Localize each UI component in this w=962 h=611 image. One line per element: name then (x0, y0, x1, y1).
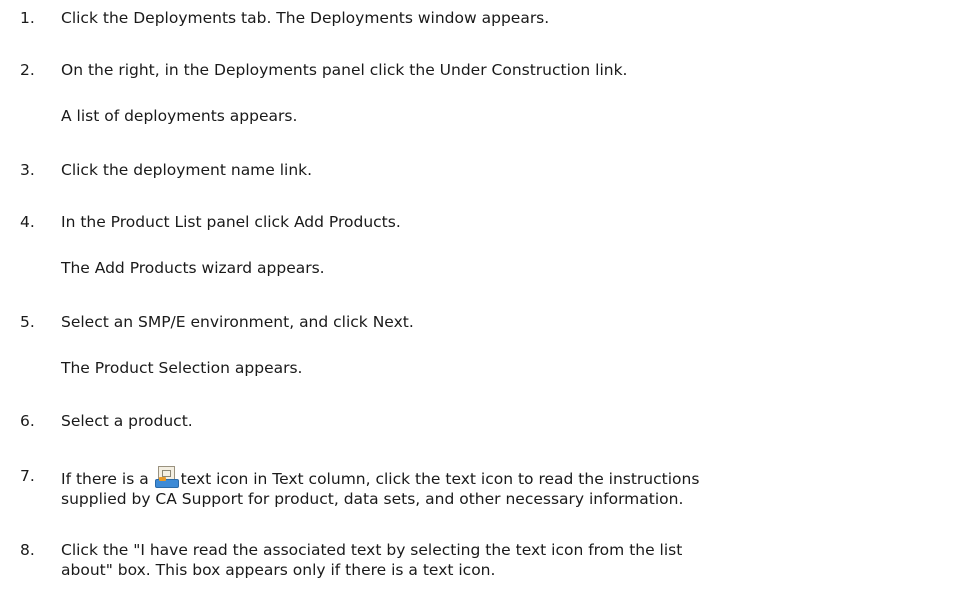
step-text-line-2: about" box. This box appears only if the… (61, 561, 496, 579)
step-text-line-2: supplied by CA Support for product, data… (61, 490, 684, 508)
step-number: 4. (20, 213, 35, 231)
step-text: If there is a text icon in Text column, … (61, 466, 956, 509)
step-number: 3. (20, 161, 35, 179)
step-result-text: A list of deployments appears. (61, 107, 298, 125)
step-result-text: The Add Products wizard appears. (61, 259, 325, 277)
step-text: Click the "I have read the associated te… (61, 540, 956, 580)
step-number: 7. (20, 467, 35, 485)
step-text: Select a product. (61, 412, 193, 430)
step-result-text: The Product Selection appears. (61, 359, 303, 377)
text-document-icon (154, 466, 179, 488)
step-number: 6. (20, 412, 35, 430)
step-text-line-1: Click the "I have read the associated te… (61, 541, 683, 559)
step-number: 1. (20, 9, 35, 27)
step-text: Click the deployment name link. (61, 161, 313, 179)
step-number: 8. (20, 541, 35, 559)
step-text: Click the Deployments tab. The Deploymen… (61, 9, 550, 27)
step-text: In the Product List panel click Add Prod… (61, 213, 401, 231)
step-text: Select an SMP/E environment, and click N… (61, 313, 414, 331)
step-number: 2. (20, 61, 35, 79)
step-text: On the right, in the Deployments panel c… (61, 61, 628, 79)
step-number: 5. (20, 313, 35, 331)
step-text-line-1: If there is a text icon in Text column, … (61, 466, 956, 489)
